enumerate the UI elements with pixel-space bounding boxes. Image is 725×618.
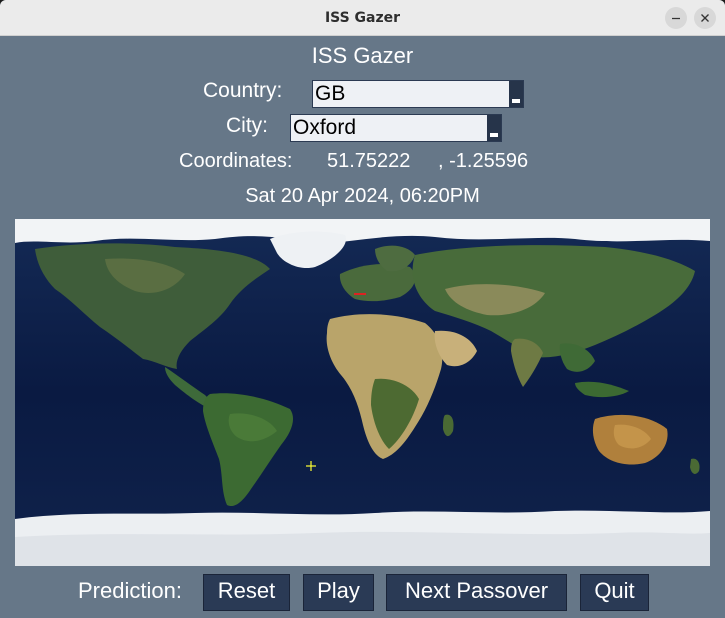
chevron-down-icon [490,133,498,137]
city-label: City: [226,114,268,137]
world-map[interactable] [15,219,710,566]
window-title: ISS Gazer [324,10,401,26]
datetime-display: Sat 20 Apr 2024, 06:20PM [245,185,480,207]
reset-button[interactable]: Reset [203,574,290,611]
title-bar[interactable]: ISS Gazer [0,0,725,36]
country-label: Country: [203,79,283,102]
prediction-label: Prediction: [78,578,182,603]
country-dropdown-button[interactable] [509,81,523,107]
latitude-value: 51.75222 [327,150,411,172]
world-map-image [15,219,710,566]
city-dropdown-button[interactable] [487,115,501,141]
city-select[interactable]: Oxford [290,114,502,142]
play-button[interactable]: Play [303,574,374,611]
quit-button[interactable]: Quit [580,574,649,611]
country-value: GB [315,82,346,105]
minimize-icon [672,17,680,20]
coordinates-label: Coordinates: [179,150,293,172]
minimize-button[interactable] [665,7,687,29]
close-button[interactable] [694,7,716,29]
longitude-value: , -1.25596 [438,150,529,172]
city-value: Oxford [293,116,357,139]
next-passover-button[interactable]: Next Passover [386,574,567,611]
close-icon [701,14,709,22]
app-heading: ISS Gazer [311,43,414,68]
chevron-down-icon [512,99,520,103]
country-select[interactable]: GB [312,80,524,108]
app-window: ISS Gazer ISS Gazer Country: GB City: Ox… [0,0,725,618]
